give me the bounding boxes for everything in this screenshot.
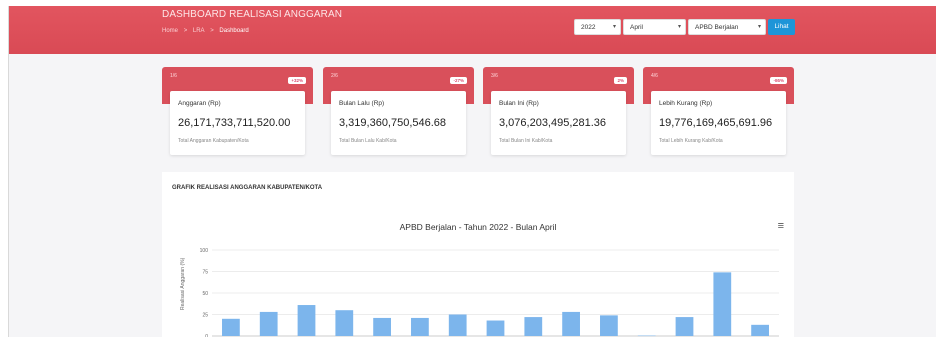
- card-label: Bulan Ini (Rp): [499, 100, 539, 107]
- chart-bar[interactable]: [751, 324, 769, 336]
- chevron-down-icon: ▾: [757, 24, 761, 30]
- chart-bar[interactable]: [524, 317, 543, 336]
- chevron-down-icon: ▾: [612, 24, 616, 30]
- card-index: 1/6: [170, 73, 177, 79]
- page-title: DASHBOARD REALISASI ANGGARAN: [162, 9, 343, 20]
- card-amount: 26,171,733,711,520.00: [178, 117, 291, 129]
- card-subtitle: Total Bulan Lalu Kab/Kota: [339, 138, 397, 144]
- card-anggaran: Anggaran (Rp) 26,171,733,711,520.00 Tota…: [170, 91, 305, 155]
- card-index: 3/6: [491, 73, 498, 79]
- card-index: 4/6: [651, 73, 658, 79]
- chevron-down-icon: ▾: [677, 24, 681, 30]
- card-amount: 3,319,360,750,546.68: [339, 117, 447, 129]
- card-label: Lebih Kurang (Rp): [659, 100, 713, 107]
- card-subtitle: Total Bulan Ini Kab/Kota: [499, 138, 553, 144]
- card-subtitle: Total Lebih Kurang Kab/Kota: [659, 138, 723, 144]
- year-select-value: 2022: [581, 24, 596, 31]
- chart-bar[interactable]: [411, 317, 429, 336]
- breadcrumb-home[interactable]: Home: [162, 28, 178, 34]
- card-amount: 3,076,203,495,281.36: [499, 117, 607, 129]
- y-tick-label: 25: [202, 313, 208, 319]
- chart-bar[interactable]: [562, 311, 580, 336]
- status-badge: -27%: [450, 77, 467, 84]
- card-label: Anggaran (Rp): [178, 100, 221, 107]
- chart-bar[interactable]: [373, 317, 391, 336]
- app-window: DASHBOARD REALISASI ANGGARAN Home > LRA …: [8, 6, 936, 337]
- y-tick-label: 100: [200, 248, 209, 254]
- month-select-value: April: [630, 24, 644, 31]
- chart-bar[interactable]: [486, 320, 505, 336]
- chart-bar[interactable]: [637, 335, 656, 337]
- chart-bar[interactable]: [448, 314, 467, 337]
- chart-bar[interactable]: [297, 305, 316, 336]
- chart-bar[interactable]: [713, 272, 732, 336]
- header-bar: DASHBOARD REALISASI ANGGARAN Home > LRA …: [9, 6, 936, 54]
- breadcrumb-lra[interactable]: LRA: [193, 28, 205, 34]
- breadcrumb-current: Dashboard: [219, 28, 249, 34]
- card-lebih-kurang: Lebih Kurang (Rp) 19,776,169,465,691.96 …: [651, 91, 786, 155]
- chart-bar[interactable]: [222, 318, 240, 336]
- card-subtitle: Total Anggaran Kabupaten/Kota: [178, 138, 249, 144]
- chart-bar[interactable]: [600, 315, 618, 336]
- status-badge: 2%: [614, 77, 627, 84]
- y-tick-label: 50: [202, 291, 208, 297]
- card-bulan-ini: Bulan Ini (Rp) 3,076,203,495,281.36 Tota…: [491, 91, 626, 155]
- y-tick-label: 75: [202, 270, 208, 276]
- year-select[interactable]: 2022 ▾: [574, 19, 621, 35]
- month-select[interactable]: April ▾: [623, 19, 686, 35]
- lihat-button[interactable]: Lihat: [768, 19, 795, 35]
- budget-select[interactable]: APBD Berjalan ▾: [688, 19, 766, 35]
- card-index: 2/6: [331, 73, 338, 79]
- breadcrumb: Home > LRA > Dashboard: [162, 28, 253, 34]
- card-amount: 19,776,169,465,691.96: [659, 117, 773, 129]
- budget-select-value: APBD Berjalan: [695, 24, 739, 31]
- chart-bar[interactable]: [335, 310, 354, 336]
- chart-bar[interactable]: [259, 311, 278, 336]
- status-badge: +32%: [288, 77, 306, 84]
- card-bulan-lalu: Bulan Lalu (Rp) 3,319,360,750,546.68 Tot…: [331, 91, 466, 155]
- chart-bar[interactable]: [675, 317, 694, 336]
- status-badge: -86%: [770, 77, 787, 84]
- bar-chart: 0255075100: [200, 248, 779, 337]
- chart-panel: GRAFIK REALISASI ANGGARAN KABUPATEN/KOTA…: [162, 172, 794, 337]
- breadcrumb-separator: >: [210, 28, 214, 34]
- card-label: Bulan Lalu (Rp): [339, 100, 385, 107]
- breadcrumb-separator: >: [183, 28, 188, 34]
